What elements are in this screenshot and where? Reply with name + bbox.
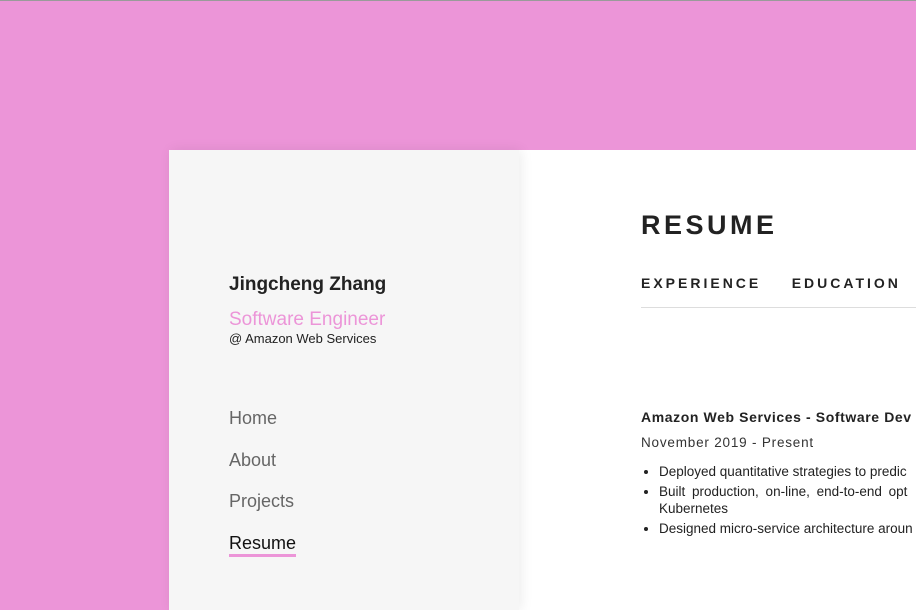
nav-home[interactable]: Home [229,408,296,450]
nav-label: Home [229,408,278,428]
bullet-text: Built production, on-line, end-to-end op… [659,484,908,499]
job-bullets: Deployed quantitative strategies to pred… [641,463,913,540]
tab-experience[interactable]: EXPERIENCE [641,275,761,291]
nav-resume[interactable]: Resume [229,532,297,575]
nav-projects[interactable]: Projects [229,491,296,533]
bullet-text: Deployed quantitative strategies to pred… [659,464,907,479]
list-item: Designed micro-service architecture arou… [659,520,913,537]
page-title: RESUME [641,210,778,240]
sidebar: Jingcheng Zhang Software Engineer @ Amaz… [169,150,519,610]
nav-about[interactable]: About [229,450,296,492]
tab-education[interactable]: EDUCATION [792,275,901,291]
main-content: RESUME EXPERIENCE EDUCATION Amazon Web S… [519,150,916,610]
bullet-text: Designed micro-service architecture arou… [659,521,913,536]
list-item: Deployed quantitative strategies to pred… [659,463,913,480]
profile-company: @ Amazon Web Services [229,331,377,346]
job-dates: November 2019 - Present [641,435,814,450]
bullet-text: Kubernetes [659,501,729,516]
nav-label: About [229,449,277,470]
sidebar-nav: Home About Projects Resume [229,408,297,575]
section-tabs: EXPERIENCE EDUCATION [641,275,916,293]
job-heading: Amazon Web Services - Software Dev [641,409,912,425]
divider [641,307,916,308]
list-item: Built production, on-line, end-to-end op… [659,483,913,517]
profile-role: Software Engineer [229,309,386,330]
nav-label: Projects [229,491,295,511]
profile-name: Jingcheng Zhang [229,274,387,295]
nav-label: Resume [229,532,297,557]
